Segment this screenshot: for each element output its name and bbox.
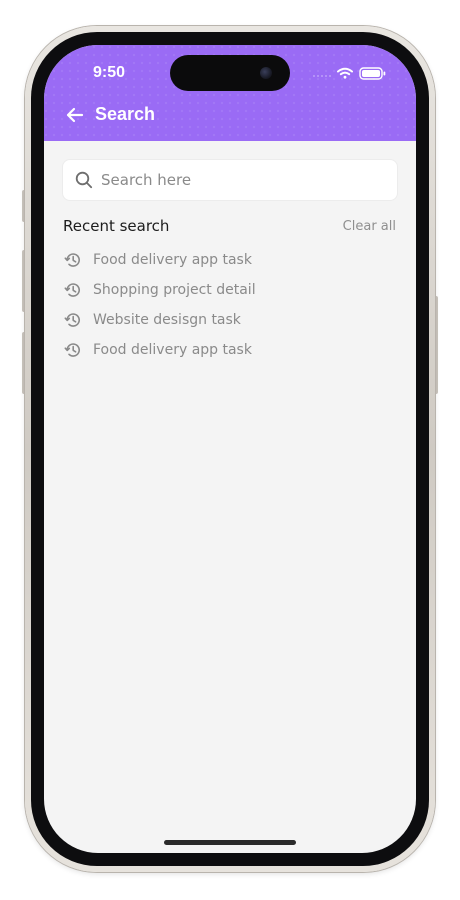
clear-all-button[interactable]: Clear all bbox=[343, 219, 396, 234]
search-bar[interactable] bbox=[62, 159, 398, 201]
recent-search-label: Website desisgn task bbox=[93, 312, 241, 328]
recent-search-heading: Recent search bbox=[63, 217, 170, 235]
home-indicator[interactable] bbox=[164, 840, 296, 845]
recent-search-item[interactable]: Food delivery app task bbox=[63, 335, 383, 365]
device-mockup: 9:50 Search Search here Recent search Cl… bbox=[0, 0, 460, 900]
wifi-icon bbox=[337, 67, 353, 79]
recent-search-item[interactable]: Food delivery app task bbox=[63, 245, 383, 275]
dynamic-island bbox=[170, 55, 290, 91]
recent-search-item[interactable]: Website desisgn task bbox=[63, 305, 383, 335]
status-icons bbox=[310, 65, 390, 81]
back-button[interactable] bbox=[63, 103, 87, 127]
recent-search-label: Food delivery app task bbox=[93, 252, 252, 268]
battery-icon bbox=[359, 67, 386, 80]
app-header: 9:50 Search bbox=[44, 45, 416, 141]
search-input[interactable] bbox=[101, 160, 385, 200]
recent-search-list: Food delivery app task Shopping project … bbox=[63, 245, 383, 365]
history-icon bbox=[64, 313, 80, 327]
history-icon bbox=[64, 343, 80, 357]
camera-icon bbox=[260, 67, 272, 79]
cellular-signal-icon bbox=[313, 75, 331, 77]
page-title: Search bbox=[95, 104, 156, 124]
recent-search-label: Shopping project detail bbox=[93, 282, 256, 298]
arrow-left-icon bbox=[66, 107, 84, 123]
status-time: 9:50 bbox=[93, 64, 126, 81]
recent-search-label: Food delivery app task bbox=[93, 342, 252, 358]
history-icon bbox=[64, 283, 80, 297]
app-screen: 9:50 Search Search here Recent search Cl… bbox=[44, 45, 416, 853]
search-icon bbox=[75, 171, 93, 189]
recent-search-item[interactable]: Shopping project detail bbox=[63, 275, 383, 305]
history-icon bbox=[64, 253, 80, 267]
